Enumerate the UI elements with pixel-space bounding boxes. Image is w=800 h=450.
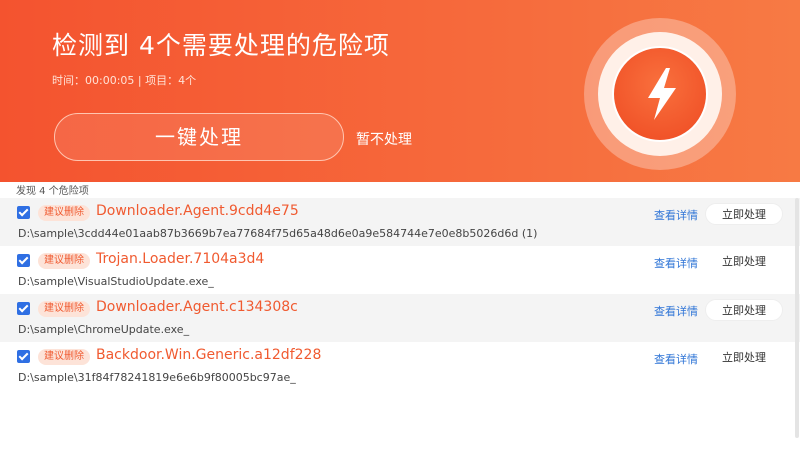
threat-name: Downloader.Agent.c134308c [96, 299, 298, 315]
view-details-link[interactable]: 查看详情 [654, 207, 698, 223]
item-checkbox[interactable] [17, 302, 30, 315]
handle-now-button[interactable]: 立即处理 [705, 347, 783, 369]
warning-circle [612, 46, 708, 142]
file-path: D:\sample\3cdd44e01aab87b3669b7ea77684f7… [18, 227, 538, 240]
skip-link[interactable]: 暂不处理 [356, 129, 412, 149]
item-checkbox[interactable] [17, 206, 30, 219]
alert-header: 检测到 4个需要处理的危险项 时间：00:00:05 | 项目：4个 一键处理 … [0, 0, 800, 182]
handle-now-button[interactable]: 立即处理 [705, 251, 783, 273]
list-scrollbar[interactable] [795, 198, 799, 438]
item-checkbox[interactable] [17, 254, 30, 267]
handle-now-button[interactable]: 立即处理 [705, 299, 783, 321]
file-path: D:\sample\ChromeUpdate.exe_ [18, 323, 190, 336]
list-item: 建议删除 Trojan.Loader.7104a3d4 D:\sample\Vi… [0, 246, 800, 294]
list-item: 建议删除 Downloader.Agent.9cdd4e75 D:\sample… [0, 198, 800, 246]
file-path: D:\sample\VisualStudioUpdate.exe_ [18, 275, 214, 288]
list-item: 建议删除 Downloader.Agent.c134308c D:\sample… [0, 294, 800, 342]
file-path: D:\sample\31f84f78241819e6e6b9f80005bc97… [18, 371, 296, 384]
suggest-delete-tag: 建议删除 [38, 301, 90, 317]
view-details-link[interactable]: 查看详情 [654, 303, 698, 319]
found-summary: 发现 4 个危险项 [16, 186, 89, 197]
suggest-delete-tag: 建议删除 [38, 253, 90, 269]
threat-list: 建议删除 Downloader.Agent.9cdd4e75 D:\sample… [0, 198, 800, 390]
page-title: 检测到 4个需要处理的危险项 [52, 31, 390, 60]
item-checkbox[interactable] [17, 350, 30, 363]
suggest-delete-tag: 建议删除 [38, 349, 90, 365]
list-item: 建议删除 Backdoor.Win.Generic.a12df228 D:\sa… [0, 342, 800, 390]
lightning-bolt-icon [648, 68, 676, 120]
view-details-link[interactable]: 查看详情 [654, 351, 698, 367]
view-details-link[interactable]: 查看详情 [654, 255, 698, 271]
threat-name: Downloader.Agent.9cdd4e75 [96, 203, 299, 219]
threat-name: Backdoor.Win.Generic.a12df228 [96, 347, 322, 363]
threat-name: Trojan.Loader.7104a3d4 [96, 251, 265, 267]
scan-meta: 时间：00:00:05 | 项目：4个 [52, 74, 197, 87]
warning-ring [598, 32, 722, 156]
handle-now-button[interactable]: 立即处理 [705, 203, 783, 225]
fix-all-button[interactable]: 一键处理 [54, 113, 344, 161]
suggest-delete-tag: 建议删除 [38, 205, 90, 221]
warning-badge [584, 18, 736, 170]
